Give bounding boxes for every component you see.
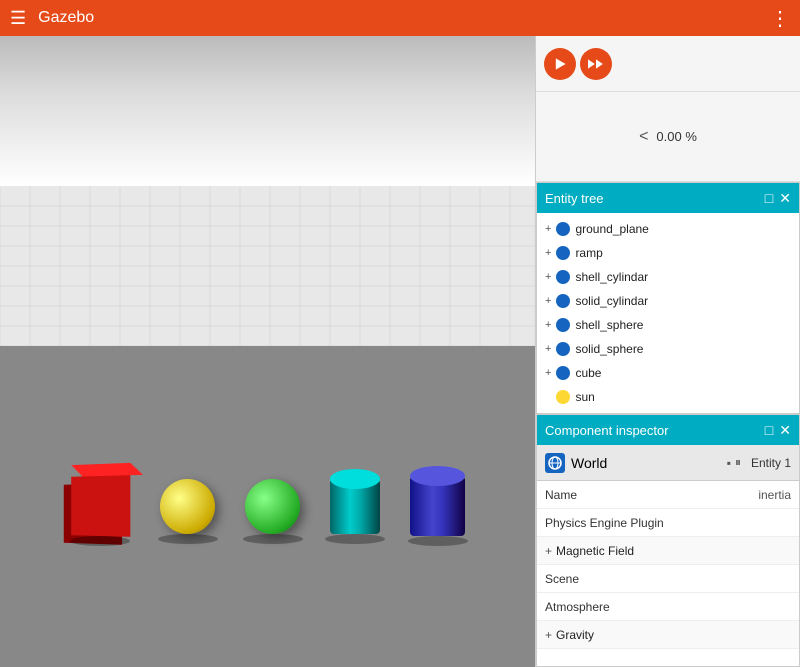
person-icon <box>555 221 571 237</box>
percentage-display: 0.00 % <box>656 129 696 144</box>
entity-label: solid_sphere <box>575 342 643 356</box>
expand-icon: + <box>545 247 551 259</box>
entity-label: cube <box>575 366 601 380</box>
cyan-cylinder-shadow <box>325 534 385 544</box>
inspector-rows: Nameinertia Physics Engine Plugin + Magneti… <box>537 481 799 649</box>
expand-icon: + <box>545 271 551 283</box>
header: ☰ Gazebo ⋮ <box>0 0 800 36</box>
entity-tree-close-button[interactable]: ✕ <box>779 191 791 205</box>
person-icon <box>555 365 571 381</box>
expand-icon: + <box>545 319 551 331</box>
row-value: inertia <box>758 488 791 502</box>
expand-icon: + <box>545 295 551 307</box>
section-label: Magnetic Field <box>556 544 634 558</box>
green-sphere <box>245 479 300 534</box>
component-inspector-panel: Component inspector □ ✕ <box>536 414 800 667</box>
world-row: World ▪ ⏸ Entity 1 <box>537 445 799 481</box>
expand-icon: + <box>545 223 551 235</box>
component-inspector-close-button[interactable]: ✕ <box>779 423 791 437</box>
yellow-sphere <box>160 479 215 534</box>
entity-item-cube[interactable]: + cube <box>537 361 799 385</box>
component-inspector-title: Component inspector <box>545 423 759 438</box>
world-controls: ▪ ⏸ <box>727 455 741 470</box>
entity-item-ground_plane[interactable]: + ground_plane <box>537 217 799 241</box>
entity-item-solid_cylindar[interactable]: + solid_cylindar <box>537 289 799 313</box>
section-label: Gravity <box>556 628 594 642</box>
right-panel: < 0.00 % Entity tree □ ✕ + ground_plane + r… <box>535 36 800 667</box>
objects-area <box>0 426 535 586</box>
sun-icon <box>555 389 571 405</box>
entity-item-shell_sphere[interactable]: + shell_sphere <box>537 313 799 337</box>
inspector-row-physics-engine-plugin: Physics Engine Plugin <box>537 509 799 537</box>
red-cube-wrapper <box>70 476 130 536</box>
row-label: Name <box>545 488 758 502</box>
section-expand-icon: + <box>545 628 552 642</box>
row-label: Atmosphere <box>545 600 791 614</box>
component-inspector-collapse-button[interactable]: □ <box>765 423 773 437</box>
blue-cylinder <box>410 476 465 536</box>
row-label: Physics Engine Plugin <box>545 516 791 530</box>
fast-forward-button[interactable] <box>580 48 612 80</box>
main-layout: < 0.00 % Entity tree □ ✕ + ground_plane + r… <box>0 36 800 667</box>
inspector-content: World ▪ ⏸ Entity 1 Nameinertia Physics En… <box>537 445 799 666</box>
person-icon <box>555 269 571 285</box>
red-cube <box>71 475 130 537</box>
play-button[interactable] <box>544 48 576 80</box>
green-sphere-shadow <box>243 534 303 544</box>
blue-cylinder-wrapper <box>410 476 465 536</box>
expand-icon: + <box>545 367 551 379</box>
yellow-sphere-shadow <box>158 534 218 544</box>
entity-label: ramp <box>575 246 602 260</box>
inspector-row-atmosphere: Atmosphere <box>537 593 799 621</box>
entity-label: shell_cylindar <box>575 270 648 284</box>
row-label: Scene <box>545 572 791 586</box>
menu-icon[interactable]: ☰ <box>10 8 26 29</box>
app-title: Gazebo <box>38 9 770 27</box>
3d-viewport[interactable] <box>0 36 535 667</box>
expand-icon: + <box>545 343 551 355</box>
entity-label: ground_plane <box>575 222 648 236</box>
entity-tree-title: Entity tree <box>545 191 759 206</box>
chevron-left-icon[interactable]: < <box>639 128 648 146</box>
inspector-section-gravity[interactable]: + Gravity <box>537 621 799 649</box>
blue-cylinder-shadow <box>408 536 468 546</box>
sky-area <box>0 36 535 186</box>
entity-label: shell_sphere <box>575 318 643 332</box>
inspector-row-scene: Scene <box>537 565 799 593</box>
entity-label: solid_cylindar <box>575 294 648 308</box>
entity-number: Entity 1 <box>751 456 791 470</box>
more-icon[interactable]: ⋮ <box>770 6 790 31</box>
expand-icon: + <box>545 391 551 403</box>
panels-container: Entity tree □ ✕ + ground_plane + ramp + shell… <box>536 182 800 667</box>
inspector-row-name: Nameinertia <box>537 481 799 509</box>
toolbar <box>536 36 800 92</box>
person-icon <box>555 317 571 333</box>
section-expand-icon: + <box>545 544 552 558</box>
person-icon <box>555 293 571 309</box>
ground-grid <box>0 186 535 346</box>
person-icon <box>555 245 571 261</box>
cyan-cylinder-wrapper <box>330 479 380 534</box>
green-sphere-wrapper <box>245 479 300 534</box>
entity-tree-collapse-button[interactable]: □ <box>765 191 773 205</box>
entity-tree-panel: Entity tree □ ✕ + ground_plane + ramp + shell… <box>536 182 800 414</box>
entity-tree-header: Entity tree □ ✕ <box>537 183 799 213</box>
yellow-sphere-wrapper <box>160 479 215 534</box>
steps-area: < 0.00 % <box>536 92 800 182</box>
entity-item-solid_sphere[interactable]: + solid_sphere <box>537 337 799 361</box>
entity-item-shell_cylindar[interactable]: + shell_cylindar <box>537 265 799 289</box>
step-icon[interactable]: ⏸ <box>735 455 741 470</box>
component-inspector-header: Component inspector □ ✕ <box>537 415 799 445</box>
world-icon <box>545 453 565 473</box>
entity-list: + ground_plane + ramp + shell_cylindar + solid_… <box>537 213 799 413</box>
entity-label: sun <box>575 390 594 404</box>
red-cube-shadow <box>70 536 130 546</box>
world-label: World <box>571 455 721 471</box>
entity-item-sun[interactable]: + sun <box>537 385 799 409</box>
person-icon <box>555 341 571 357</box>
inspector-section-magnetic-field[interactable]: + Magnetic Field <box>537 537 799 565</box>
cyan-cylinder <box>330 479 380 534</box>
entity-item-ramp[interactable]: + ramp <box>537 241 799 265</box>
pause-icon[interactable]: ▪ <box>727 456 731 470</box>
